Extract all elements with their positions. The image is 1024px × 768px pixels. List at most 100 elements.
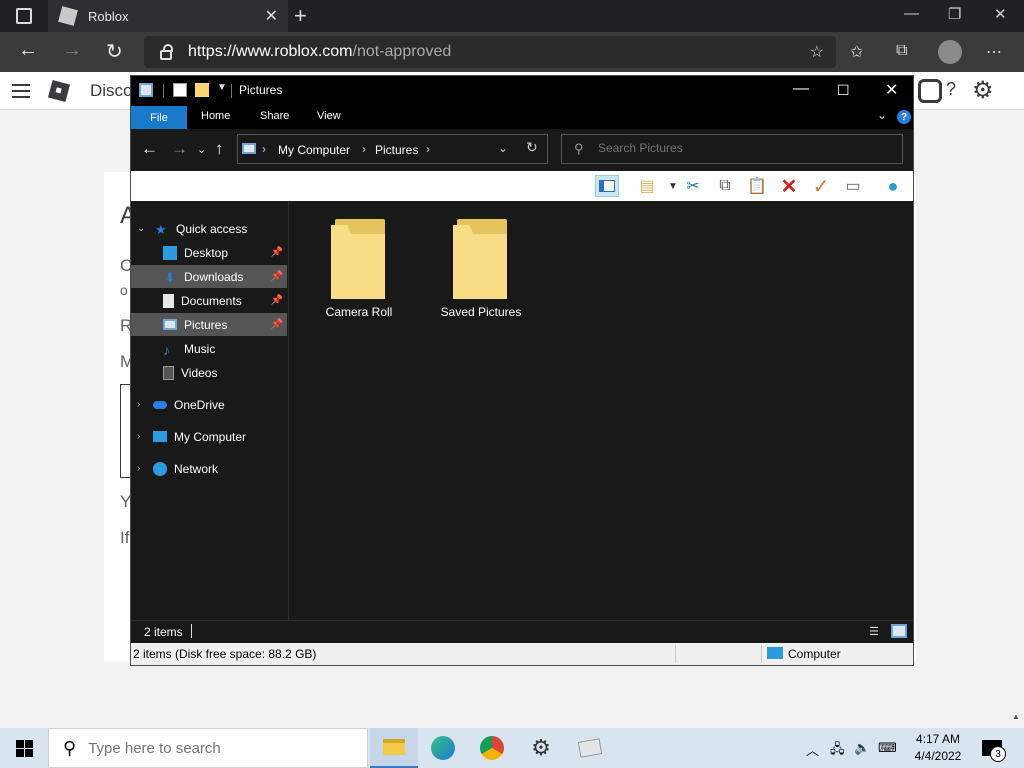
folder-item[interactable]: Camera Roll	[304, 201, 414, 319]
checkmark-icon[interactable]: ✓	[809, 175, 833, 198]
tab-view[interactable]: View	[317, 110, 341, 122]
robux-icon[interactable]	[918, 79, 942, 103]
back-button[interactable]: ←	[18, 39, 38, 62]
computer-icon[interactable]	[139, 83, 153, 97]
title-divider	[231, 84, 232, 98]
explorer-search-box[interactable]: ⚲	[561, 134, 903, 164]
settings-gear-icon[interactable]: ⚙	[972, 76, 994, 105]
address-history-chevron-icon[interactable]: ⌄	[498, 141, 508, 155]
nav-network[interactable]: Network	[153, 457, 287, 480]
rename-icon[interactable]: ▭	[841, 175, 865, 197]
taskbar-search-input[interactable]	[88, 739, 349, 757]
expand-chevron-icon[interactable]: ›	[137, 399, 140, 410]
customize-toolbar-chevron-icon[interactable]: ▼	[217, 82, 227, 93]
explorer-forward-button[interactable]: →	[171, 139, 188, 159]
nav-my-computer[interactable]: My Computer	[153, 425, 287, 448]
cut-icon[interactable]: ✂	[681, 175, 705, 197]
network-globe-icon[interactable]: ●	[881, 175, 905, 197]
breadcrumb-separator[interactable]: ›	[426, 142, 430, 156]
folder-icon	[453, 219, 509, 299]
collections-icon[interactable]: ⧉	[896, 42, 907, 60]
chrome-taskbar-button[interactable]	[468, 728, 516, 768]
nav-onedrive[interactable]: OneDrive	[153, 393, 287, 416]
folder-name: Camera Roll	[325, 305, 393, 319]
up-button[interactable]: ↑	[215, 139, 224, 159]
breadcrumb-separator[interactable]: ›	[262, 142, 266, 156]
folder-item[interactable]: Saved Pictures	[426, 201, 536, 319]
forward-button[interactable]: →	[62, 39, 82, 62]
nav-videos[interactable]: Videos	[131, 361, 287, 384]
address-bar[interactable]: https://www.roblox.com/not-approved ☆	[144, 36, 836, 68]
explorer-minimize-button[interactable]: —	[793, 80, 809, 98]
nav-pictures[interactable]: Pictures 📌	[131, 313, 287, 336]
copy-icon[interactable]: ⧉	[713, 175, 737, 197]
tab-file[interactable]: File	[131, 106, 187, 129]
more-options-icon[interactable]: ⋯	[986, 42, 1002, 62]
breadcrumb-separator[interactable]: ›	[362, 142, 366, 156]
nav-documents[interactable]: Documents 📌	[131, 289, 287, 312]
browser-minimize-button[interactable]: —	[904, 5, 919, 22]
explorer-address-bar[interactable]: › My Computer › Pictures › ⌄ ↻	[237, 134, 548, 164]
delete-icon[interactable]: ✕	[777, 175, 801, 198]
file-explorer-icon	[383, 739, 405, 755]
pin-icon[interactable]: 📌	[271, 319, 283, 330]
keyboard-icon[interactable]: ⌨	[878, 740, 897, 756]
recent-locations-chevron-icon[interactable]: ⌄	[197, 143, 206, 156]
expand-chevron-icon[interactable]: ›	[137, 431, 140, 442]
browser-close-button[interactable]: ✕	[994, 5, 1007, 23]
expand-ribbon-chevron-icon[interactable]: ⌄	[877, 108, 887, 122]
file-explorer-taskbar-button[interactable]	[370, 728, 418, 768]
nav-downloads[interactable]: ⬇ Downloads 📌	[131, 265, 287, 288]
new-folder-icon[interactable]	[195, 83, 209, 97]
profile-avatar[interactable]	[938, 40, 962, 64]
add-favorite-icon[interactable]: ☆	[810, 42, 824, 62]
preview-pane-icon[interactable]	[595, 175, 619, 197]
expand-chevron-icon[interactable]: ›	[137, 463, 140, 474]
tab-share[interactable]: Share	[260, 110, 289, 122]
search-input[interactable]	[598, 141, 888, 155]
settings-taskbar-button[interactable]: ⚙	[517, 728, 565, 768]
tab-close-icon[interactable]: ✕	[265, 6, 278, 26]
roblox-taskbar-button[interactable]	[566, 728, 614, 768]
explorer-back-button[interactable]: ←	[141, 139, 158, 159]
explorer-maximize-button[interactable]: ☐	[837, 82, 850, 99]
properties-icon[interactable]	[173, 83, 187, 97]
scroll-up-arrow-icon[interactable]: ▲	[1012, 712, 1020, 721]
start-windows-icon[interactable]	[16, 740, 33, 757]
tab-actions-icon[interactable]	[16, 8, 32, 24]
paste-icon[interactable]: 📋	[745, 175, 769, 197]
pin-icon[interactable]: 📌	[271, 271, 283, 282]
tab-home[interactable]: Home	[201, 110, 230, 122]
help-icon[interactable]: ?	[897, 110, 911, 124]
refresh-button[interactable]: ↻	[106, 39, 123, 64]
roblox-logo-icon[interactable]	[47, 79, 71, 103]
explorer-close-button[interactable]: ✕	[885, 80, 898, 100]
refresh-icon[interactable]: ↻	[526, 139, 538, 156]
edge-taskbar-button[interactable]	[419, 728, 467, 768]
star-icon: ★	[155, 221, 167, 237]
nav-desktop[interactable]: Desktop 📌	[131, 241, 287, 264]
network-status-icon[interactable]: 🖧	[830, 740, 845, 762]
nav-discover[interactable]: Disco	[90, 81, 133, 101]
breadcrumb-my-computer[interactable]: My Computer	[278, 143, 350, 157]
browser-restore-button[interactable]: ❐	[948, 5, 961, 23]
browser-tab[interactable]: Roblox ✕	[48, 0, 288, 32]
taskbar-search[interactable]: ⚲	[48, 728, 368, 768]
volume-icon[interactable]: 🔈	[854, 740, 870, 756]
nav-music[interactable]: ♪ Music	[131, 337, 287, 360]
nav-quick-access[interactable]: ★ Quick access	[155, 217, 285, 240]
large-icons-view-icon[interactable]	[891, 624, 907, 638]
menu-icon[interactable]	[12, 84, 30, 98]
breadcrumb-pictures[interactable]: Pictures	[375, 143, 418, 157]
favorites-icon[interactable]: ✩	[850, 42, 863, 62]
pin-icon[interactable]: 📌	[271, 295, 283, 306]
system-clock[interactable]: 4:17 AM 4/4/2022	[906, 731, 970, 765]
details-view-icon[interactable]: ☰	[869, 625, 879, 638]
pin-icon[interactable]: 📌	[271, 247, 283, 258]
help-icon[interactable]: ?	[946, 79, 956, 100]
layout-icon[interactable]: ▤	[635, 175, 659, 197]
browser-toolbar: ← → ↻ https://www.roblox.com/not-approve…	[0, 32, 1024, 72]
show-hidden-icons-chevron-icon[interactable]: ︿	[806, 740, 819, 759]
new-tab-button[interactable]: +	[294, 3, 307, 29]
expand-chevron-icon[interactable]: ⌄	[137, 223, 145, 234]
